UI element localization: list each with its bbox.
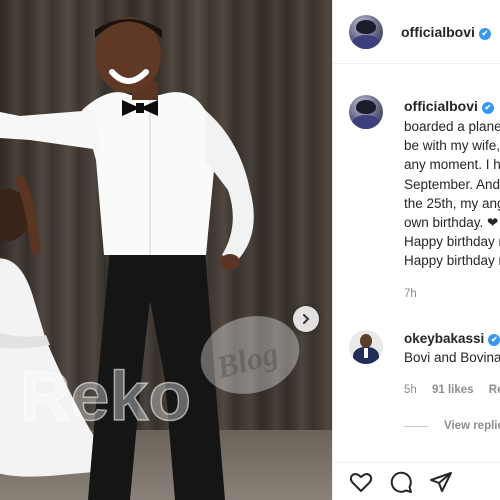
caption-author-username[interactable]: officialbovi ✔: [404, 98, 494, 114]
caption-author-avatar[interactable]: [349, 95, 383, 129]
commenter-avatar[interactable]: [349, 330, 383, 364]
post-header: officialbovi ✔: [333, 0, 500, 64]
comment-icon[interactable]: [389, 470, 413, 494]
photo-people: [0, 17, 254, 500]
caption-line: September. And the: [404, 176, 500, 192]
author-username[interactable]: officialbovi ✔: [401, 24, 491, 40]
view-replies-button[interactable]: View replies: [404, 420, 500, 432]
caption-line: the 25th, my angel: [404, 195, 500, 211]
verified-badge-icon: ✔: [478, 27, 491, 40]
verified-badge-icon: ✔: [481, 102, 494, 114]
share-icon[interactable]: [429, 470, 453, 494]
comment-text: Bovi and Bovina: [404, 350, 500, 365]
next-photo-button[interactable]: [293, 306, 319, 332]
reply-button[interactable]: Reply: [489, 384, 500, 396]
commenter-username[interactable]: okeybakassi ✔: [404, 331, 500, 346]
caption-line: boarded a plane to: [404, 119, 500, 134]
caption-line: own birthday. ❤: [404, 215, 499, 231]
caption-line: be with my wife, wh: [404, 138, 500, 154]
comment-meta: 5h 91 likes Reply: [404, 384, 500, 396]
comment-timestamp: 5h: [404, 384, 417, 396]
comment-likes-link[interactable]: 91 likes: [432, 384, 474, 396]
caption-timestamp: 7h: [404, 288, 417, 300]
view-replies-label: View replies: [444, 420, 500, 432]
author-avatar[interactable]: [349, 14, 383, 49]
post-actions-bar: [333, 462, 500, 500]
caption-line: Happy birthday my: [404, 234, 500, 250]
post-details-panel: officialbovi ✔ officialbovi ✔ boarded a pl…: [332, 0, 500, 500]
caption-text: boarded a plane to be with my wife, wh a…: [404, 117, 500, 271]
divider: [404, 425, 428, 427]
heart-icon[interactable]: [349, 470, 373, 494]
caption-line: any moment. I had: [404, 157, 500, 173]
verified-badge-icon: ✔: [488, 334, 500, 346]
caption-line: Happy birthday my: [404, 253, 500, 269]
post-photo[interactable]: Reko Blog: [0, 0, 332, 500]
chevron-right-icon: [303, 314, 310, 324]
